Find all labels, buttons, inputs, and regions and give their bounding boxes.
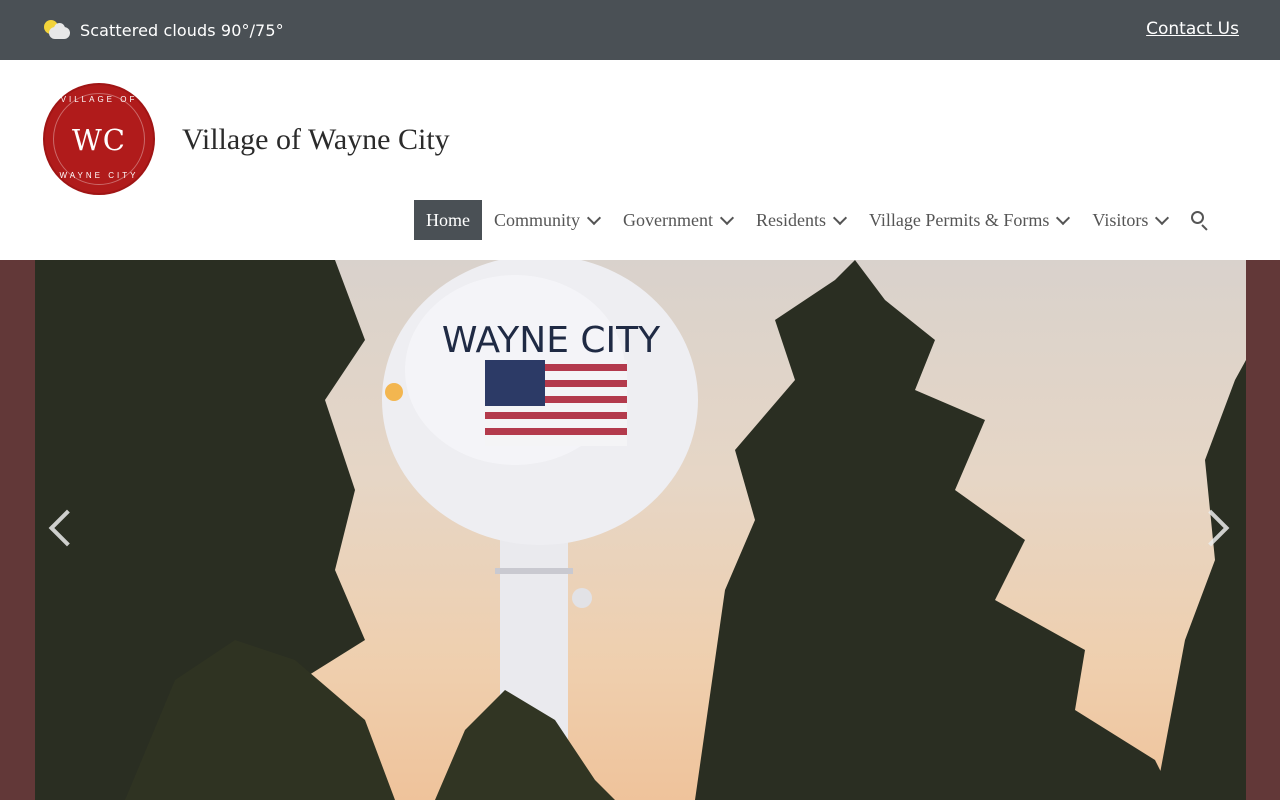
nav-item-label: Government bbox=[623, 209, 713, 230]
main-navigation: Home Community Government Residents Vill… bbox=[414, 200, 1219, 240]
site-title[interactable]: Village of Wayne City bbox=[182, 123, 450, 157]
weather-text: Scattered clouds 90°/75° bbox=[80, 20, 284, 40]
weather-widget: Scattered clouds 90°/75° bbox=[44, 17, 284, 43]
chevron-down-icon bbox=[832, 210, 848, 226]
village-logo[interactable]: VILLAGE OF WC WAYNE CITY bbox=[43, 83, 155, 195]
chevron-down-icon bbox=[1056, 210, 1071, 226]
tower-light bbox=[572, 588, 592, 608]
chevron-down-icon bbox=[1155, 210, 1170, 226]
hero-slider: WAYNE CITY bbox=[0, 260, 1280, 800]
tower-lettering: WAYNE CITY bbox=[442, 320, 661, 361]
nav-item-label: Residents bbox=[756, 209, 826, 230]
nav-item-residents[interactable]: Residents bbox=[744, 200, 857, 240]
hero-slide-image: WAYNE CITY bbox=[35, 260, 1246, 800]
logo-ring-bottom-text: WAYNE CITY bbox=[59, 171, 139, 180]
logo-monogram: WC bbox=[72, 123, 126, 157]
nav-item-visitors[interactable]: Visitors bbox=[1080, 200, 1179, 240]
nav-item-label: Community bbox=[494, 209, 581, 230]
water-tower-photo: WAYNE CITY bbox=[35, 260, 1246, 800]
nav-item-government[interactable]: Government bbox=[611, 200, 744, 240]
chevron-down-icon bbox=[586, 210, 602, 226]
chevron-down-icon bbox=[719, 210, 735, 226]
top-utility-bar: Scattered clouds 90°/75° Contact Us bbox=[0, 0, 1280, 60]
partly-cloudy-icon bbox=[44, 19, 70, 41]
nav-item-label: Village Permits & Forms bbox=[869, 209, 1050, 230]
search-button[interactable] bbox=[1179, 200, 1219, 240]
nav-item-community[interactable]: Community bbox=[482, 200, 611, 240]
nav-item-label: Home bbox=[426, 209, 470, 230]
nav-item-label: Visitors bbox=[1092, 209, 1149, 230]
nav-item-village-permits-forms[interactable]: Village Permits & Forms bbox=[857, 200, 1080, 240]
logo-ring-top-text: VILLAGE OF bbox=[60, 95, 138, 104]
site-header: VILLAGE OF WC WAYNE CITY Village of Wayn… bbox=[0, 60, 1280, 260]
tower-reflection bbox=[385, 383, 403, 401]
search-icon bbox=[1191, 211, 1205, 224]
contact-us-link[interactable]: Contact Us bbox=[1146, 19, 1239, 39]
nav-item-home[interactable]: Home bbox=[414, 200, 482, 240]
flag-painting bbox=[485, 360, 627, 446]
